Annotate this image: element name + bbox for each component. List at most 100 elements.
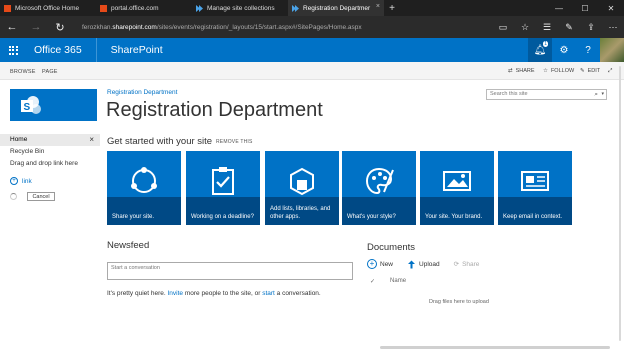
documents-column-header: ✓ Name: [370, 278, 406, 285]
address-bar: ← → ↻ ferozkhan.sharepoint.com/sites/eve…: [0, 16, 624, 38]
browser-tab-portal[interactable]: portal.office.com: [96, 0, 192, 16]
ribbon-tab-page[interactable]: PAGE: [42, 69, 58, 75]
suite-bar: Office 365 SharePoint 🔔︎ 1 ⚙ ?: [0, 38, 624, 62]
conversation-input[interactable]: Start a conversation: [107, 262, 353, 280]
documents-heading[interactable]: Documents: [367, 242, 415, 253]
browser-window: Microsoft Office Home portal.office.com …: [0, 0, 624, 351]
office-logo-icon: [100, 4, 107, 12]
breadcrumb[interactable]: Registration Department: [107, 89, 177, 96]
url-field[interactable]: ferozkhan.sharepoint.com/sites/events/re…: [82, 24, 492, 31]
share-document-button[interactable]: ⟳ Share: [454, 260, 480, 269]
share-label: SHARE: [515, 68, 535, 74]
tile-add-apps[interactable]: Add lists, libraries, and other apps.: [265, 151, 339, 225]
get-started-heading: Get started with your site: [107, 136, 213, 147]
follow-action[interactable]: ☆ FOLLOW: [543, 68, 574, 74]
window-controls: — ☐ ✕: [546, 0, 624, 16]
browser-toolbar: ▭ ☆ ☰ ✎ ⇪ ⋯: [492, 16, 624, 38]
new-tab-button[interactable]: +: [384, 0, 400, 16]
chevron-down-icon[interactable]: ▾: [601, 90, 604, 99]
search-icon[interactable]: ⌕: [594, 90, 598, 99]
more-icon[interactable]: ⋯: [602, 16, 624, 38]
focus-content-icon[interactable]: ⤢: [608, 68, 612, 75]
search-placeholder: Search this site: [490, 91, 528, 97]
horizontal-scrollbar[interactable]: [380, 346, 610, 349]
upload-button[interactable]: Upload: [407, 260, 440, 269]
help-button[interactable]: ?: [576, 38, 600, 62]
share-action[interactable]: ⇄ SHARE: [508, 68, 535, 74]
url-domain: sharepoint.com: [112, 23, 157, 31]
nav-drop-target[interactable]: Drag and drop link here: [0, 158, 100, 170]
sharepoint-logo-icon: S: [21, 96, 41, 114]
new-document-button[interactable]: + New: [367, 259, 393, 269]
help-icon: ?: [585, 44, 591, 56]
avatar[interactable]: [600, 38, 624, 62]
hub-icon[interactable]: ☰: [536, 16, 558, 38]
browser-tab-registration[interactable]: Registration Departmer ×: [288, 0, 384, 16]
loading-spinner-icon: [10, 193, 17, 200]
tab-label: portal.office.com: [111, 4, 159, 12]
sharepoint-brand[interactable]: SharePoint: [97, 44, 163, 56]
browser-tab-bar: Microsoft Office Home portal.office.com …: [0, 0, 624, 16]
edit-action[interactable]: ✎ EDIT: [580, 68, 600, 74]
cancel-button[interactable]: Cancel: [27, 192, 55, 201]
tile-share-site[interactable]: Share your site.: [107, 151, 181, 225]
browser-tab-manage-sites[interactable]: Manage site collections: [192, 0, 288, 16]
nav-item-home[interactable]: Home ×: [0, 134, 100, 146]
settings-button[interactable]: ⚙: [552, 38, 576, 62]
add-apps-icon: [290, 167, 314, 196]
conversation-placeholder: Start a conversation: [111, 265, 160, 271]
gear-icon: ⚙: [559, 44, 569, 56]
add-link-button[interactable]: + link: [10, 177, 32, 185]
newsfeed-heading: Newsfeed: [107, 240, 150, 251]
brand-image-icon: [443, 171, 471, 191]
tab-label: Manage site collections: [207, 4, 275, 12]
minimize-icon[interactable]: —: [546, 0, 572, 16]
waffle-icon: [8, 45, 18, 55]
share-browser-icon[interactable]: ⇪: [580, 16, 602, 38]
close-window-icon[interactable]: ✕: [598, 0, 624, 16]
notifications-button[interactable]: 🔔︎ 1: [528, 38, 552, 62]
plus-circle-icon: +: [10, 177, 18, 185]
column-name[interactable]: Name: [390, 278, 406, 285]
tile-email[interactable]: Keep email in context.: [498, 151, 572, 225]
share-icon: ⇄: [508, 68, 513, 74]
ribbon-tab-browse[interactable]: BROWSE: [10, 69, 36, 75]
sharepoint-admin-icon: [292, 4, 299, 12]
start-conversation-link[interactable]: start: [262, 290, 275, 297]
invite-link[interactable]: Invite: [168, 290, 184, 297]
tile-caption: What's your style?: [342, 197, 416, 225]
drag-files-hint: Drag files here to upload: [429, 299, 489, 305]
page-title: Registration Department: [106, 99, 323, 121]
maximize-icon[interactable]: ☐: [572, 0, 598, 16]
tile-caption: Keep email in context.: [498, 197, 572, 225]
web-note-icon[interactable]: ✎: [558, 16, 580, 38]
back-arrow-icon[interactable]: ←: [0, 16, 24, 38]
forward-arrow-icon[interactable]: →: [24, 16, 48, 38]
refresh-icon[interactable]: ↻: [48, 16, 72, 38]
close-tab-icon[interactable]: ×: [376, 3, 380, 10]
follow-label: FOLLOW: [550, 68, 575, 74]
close-icon[interactable]: ×: [89, 134, 94, 146]
office365-brand[interactable]: Office 365: [26, 38, 97, 62]
quiet-prefix: It's pretty quiet here.: [107, 290, 168, 297]
remove-get-started-link[interactable]: REMOVE THIS: [216, 139, 253, 145]
select-all-checkbox[interactable]: ✓: [370, 278, 375, 285]
vertical-scrollbar[interactable]: [619, 66, 621, 341]
url-prefix: ferozkhan.: [82, 23, 113, 31]
favorite-star-icon[interactable]: ☆: [514, 16, 536, 38]
app-launcher-button[interactable]: [0, 38, 26, 62]
site-logo[interactable]: S: [10, 89, 97, 121]
reading-view-icon[interactable]: ▭: [492, 16, 514, 38]
tile-deadline[interactable]: Working on a deadline?: [186, 151, 260, 225]
email-icon: [521, 171, 549, 191]
tile-style[interactable]: What's your style?: [342, 151, 416, 225]
notification-badge: 1: [543, 41, 548, 47]
share-site-icon: [131, 167, 157, 193]
browser-tab-office-home[interactable]: Microsoft Office Home: [0, 0, 96, 16]
svg-text:S: S: [24, 102, 31, 113]
nav-item-recycle-bin[interactable]: Recycle Bin: [0, 146, 100, 158]
tile-caption: Share your site.: [107, 197, 181, 225]
search-input[interactable]: Search this site ⌕ ▾: [486, 89, 607, 100]
palette-icon: [365, 167, 394, 195]
tile-brand[interactable]: Your site. Your brand.: [420, 151, 494, 225]
